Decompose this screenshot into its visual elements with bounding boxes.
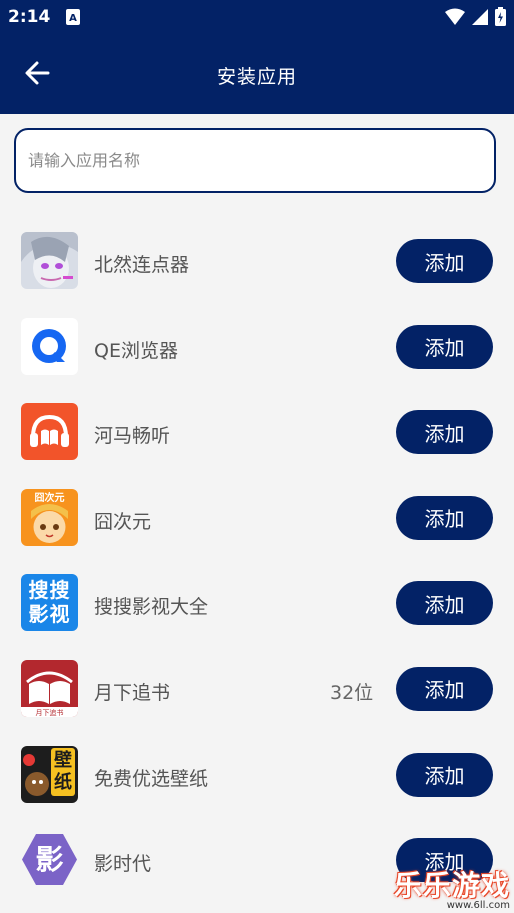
add-button[interactable]: 添加 bbox=[396, 410, 493, 455]
app-name: 搜搜影视大全 bbox=[94, 596, 209, 619]
qe-browser-icon bbox=[21, 317, 78, 375]
add-button[interactable]: 添加 bbox=[396, 666, 493, 711]
page-title: 安装应用 bbox=[216, 66, 297, 88]
list-item: 河马畅听 添加 bbox=[0, 390, 514, 476]
icon-text: 影 bbox=[35, 843, 63, 876]
app-name: 囧次元 bbox=[94, 510, 152, 533]
anime-avatar-icon bbox=[21, 232, 78, 289]
icon-text: 月下追书 bbox=[36, 708, 64, 717]
list-item: 月下追书 月下追书 32位 添加 bbox=[0, 647, 514, 733]
app-bar: 安装应用 bbox=[0, 34, 514, 114]
jiongciyuan-icon: 囧次元 bbox=[21, 488, 78, 546]
wallpaper-icon: 壁纸 bbox=[21, 745, 78, 803]
svg-text:A: A bbox=[69, 13, 77, 24]
add-button[interactable]: 添加 bbox=[396, 324, 493, 369]
app-list: 北然连点器 添加 QE浏览器 添加 河马畅听 添加 囧次元 囧次元 添加 搜搜影… bbox=[0, 219, 514, 904]
status-bar: 2:14 A bbox=[0, 0, 514, 34]
add-button[interactable]: 添加 bbox=[396, 752, 493, 797]
app-name: 免费优选壁纸 bbox=[94, 767, 209, 790]
list-item: 搜搜影视 搜搜影视大全 添加 bbox=[0, 561, 514, 647]
signal-icon bbox=[472, 8, 488, 25]
add-button[interactable]: 添加 bbox=[396, 581, 493, 626]
app-name: 河马畅听 bbox=[94, 425, 171, 448]
system-icons bbox=[445, 7, 506, 26]
app-name: 影时代 bbox=[94, 853, 152, 876]
list-item: QE浏览器 添加 bbox=[0, 305, 514, 391]
wifi-icon bbox=[445, 8, 465, 25]
notification-icon: A bbox=[66, 9, 80, 29]
search-box[interactable] bbox=[14, 128, 496, 193]
app-name: QE浏览器 bbox=[94, 339, 178, 362]
app-name: 月下追书 bbox=[94, 681, 171, 704]
search-input[interactable] bbox=[16, 130, 494, 191]
open-book-icon: 月下追书 bbox=[21, 659, 78, 717]
add-button[interactable]: 添加 bbox=[396, 495, 493, 540]
app-name: 北然连点器 bbox=[94, 254, 190, 276]
list-item: 北然连点器 添加 bbox=[0, 219, 514, 305]
battery-icon bbox=[495, 7, 506, 26]
watermark: 乐乐游戏 www.6ll.com bbox=[394, 864, 510, 911]
app-extra: 32位 bbox=[330, 681, 374, 704]
icon-text: 囧次元 bbox=[35, 491, 65, 504]
headphones-book-icon bbox=[21, 403, 78, 461]
list-item: 囧次元 囧次元 添加 bbox=[0, 476, 514, 562]
sousou-icon: 搜搜影视 bbox=[21, 574, 78, 632]
icon-text: 壁纸 bbox=[54, 749, 72, 793]
add-button[interactable]: 添加 bbox=[396, 239, 493, 283]
icon-text: 搜搜影视 bbox=[28, 578, 71, 627]
watermark-title: 乐乐游戏 bbox=[393, 869, 510, 902]
list-item: 壁纸 免费优选壁纸 添加 bbox=[0, 733, 514, 819]
hexagon-ying-icon: 影 bbox=[21, 831, 78, 888]
status-time: 2:14 bbox=[8, 7, 51, 27]
